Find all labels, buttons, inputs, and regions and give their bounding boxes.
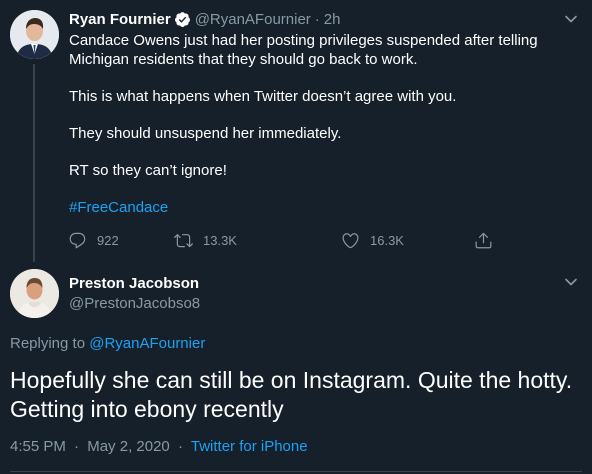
avatar[interactable] <box>10 269 59 318</box>
tweet-actions: 922 13.3K 16.3K <box>68 229 508 251</box>
retweet-icon <box>174 233 193 247</box>
tweet-paragraph: They should unsuspend her immediately. <box>69 125 342 142</box>
tweet-age[interactable]: 2h <box>324 11 341 28</box>
retweet-button[interactable]: 13.3K <box>174 229 237 251</box>
reply-count: 922 <box>97 232 119 248</box>
author-handle[interactable]: @RyanAFournier <box>195 11 311 28</box>
like-count: 16.3K <box>370 232 404 248</box>
header-separator: · <box>314 10 320 28</box>
avatar[interactable] <box>10 10 59 59</box>
tweet-source-link[interactable]: Twitter for iPhone <box>191 438 308 455</box>
chevron-down-icon[interactable] <box>564 275 578 289</box>
author-name[interactable]: Preston Jacobson <box>69 275 199 292</box>
tweet-paragraph: This is what happens when Twitter doesn’… <box>69 88 457 105</box>
reply-text: Hopefully she can still be on Instagram.… <box>10 367 573 422</box>
tweet-header: Ryan Fournier @RyanAFournier · 2h <box>69 9 340 29</box>
tweet-body: Candace Owens just had her posting privi… <box>69 31 569 217</box>
avatar-image <box>10 269 59 318</box>
author-name[interactable]: Ryan Fournier <box>69 11 171 28</box>
meta-separator: · <box>177 438 183 455</box>
tweet-time[interactable]: 4:55 PM <box>10 438 66 455</box>
avatar-image <box>10 10 59 59</box>
hashtag-link[interactable]: #FreeCandace <box>69 199 168 216</box>
meta-separator: · <box>74 438 80 455</box>
replying-to-mention[interactable]: @RyanAFournier <box>89 335 205 352</box>
chevron-down-icon[interactable] <box>564 12 578 26</box>
share-button[interactable] <box>474 229 503 251</box>
share-icon <box>475 232 492 248</box>
twitter-thread: Ryan Fournier @RyanAFournier · 2h Candac… <box>0 0 592 474</box>
like-icon <box>342 232 359 248</box>
reply-icon <box>69 232 86 248</box>
like-button[interactable]: 16.3K <box>341 229 404 251</box>
replying-to: Replying to @RyanAFournier <box>10 335 205 352</box>
reply-button[interactable]: 922 <box>68 229 119 251</box>
tweet-paragraph: Candace Owens just had her posting privi… <box>69 32 538 68</box>
tweet-metadata: 4:55 PM · May 2, 2020 · Twitter for iPho… <box>10 438 308 455</box>
divider <box>10 471 582 472</box>
replying-to-label: Replying to <box>10 335 86 352</box>
verified-badge-icon <box>174 11 191 28</box>
reply-tweet[interactable]: Preston Jacobson @PrestonJacobso8 Replyi… <box>0 262 592 474</box>
tweet-date[interactable]: May 2, 2020 <box>87 438 170 455</box>
thread-connector-line <box>33 64 35 262</box>
original-tweet[interactable]: Ryan Fournier @RyanAFournier · 2h Candac… <box>0 0 592 262</box>
author-handle[interactable]: @PrestonJacobso8 <box>69 295 200 312</box>
retweet-count: 13.3K <box>203 232 237 248</box>
tweet-paragraph: RT so they can’t ignore! <box>69 162 227 179</box>
